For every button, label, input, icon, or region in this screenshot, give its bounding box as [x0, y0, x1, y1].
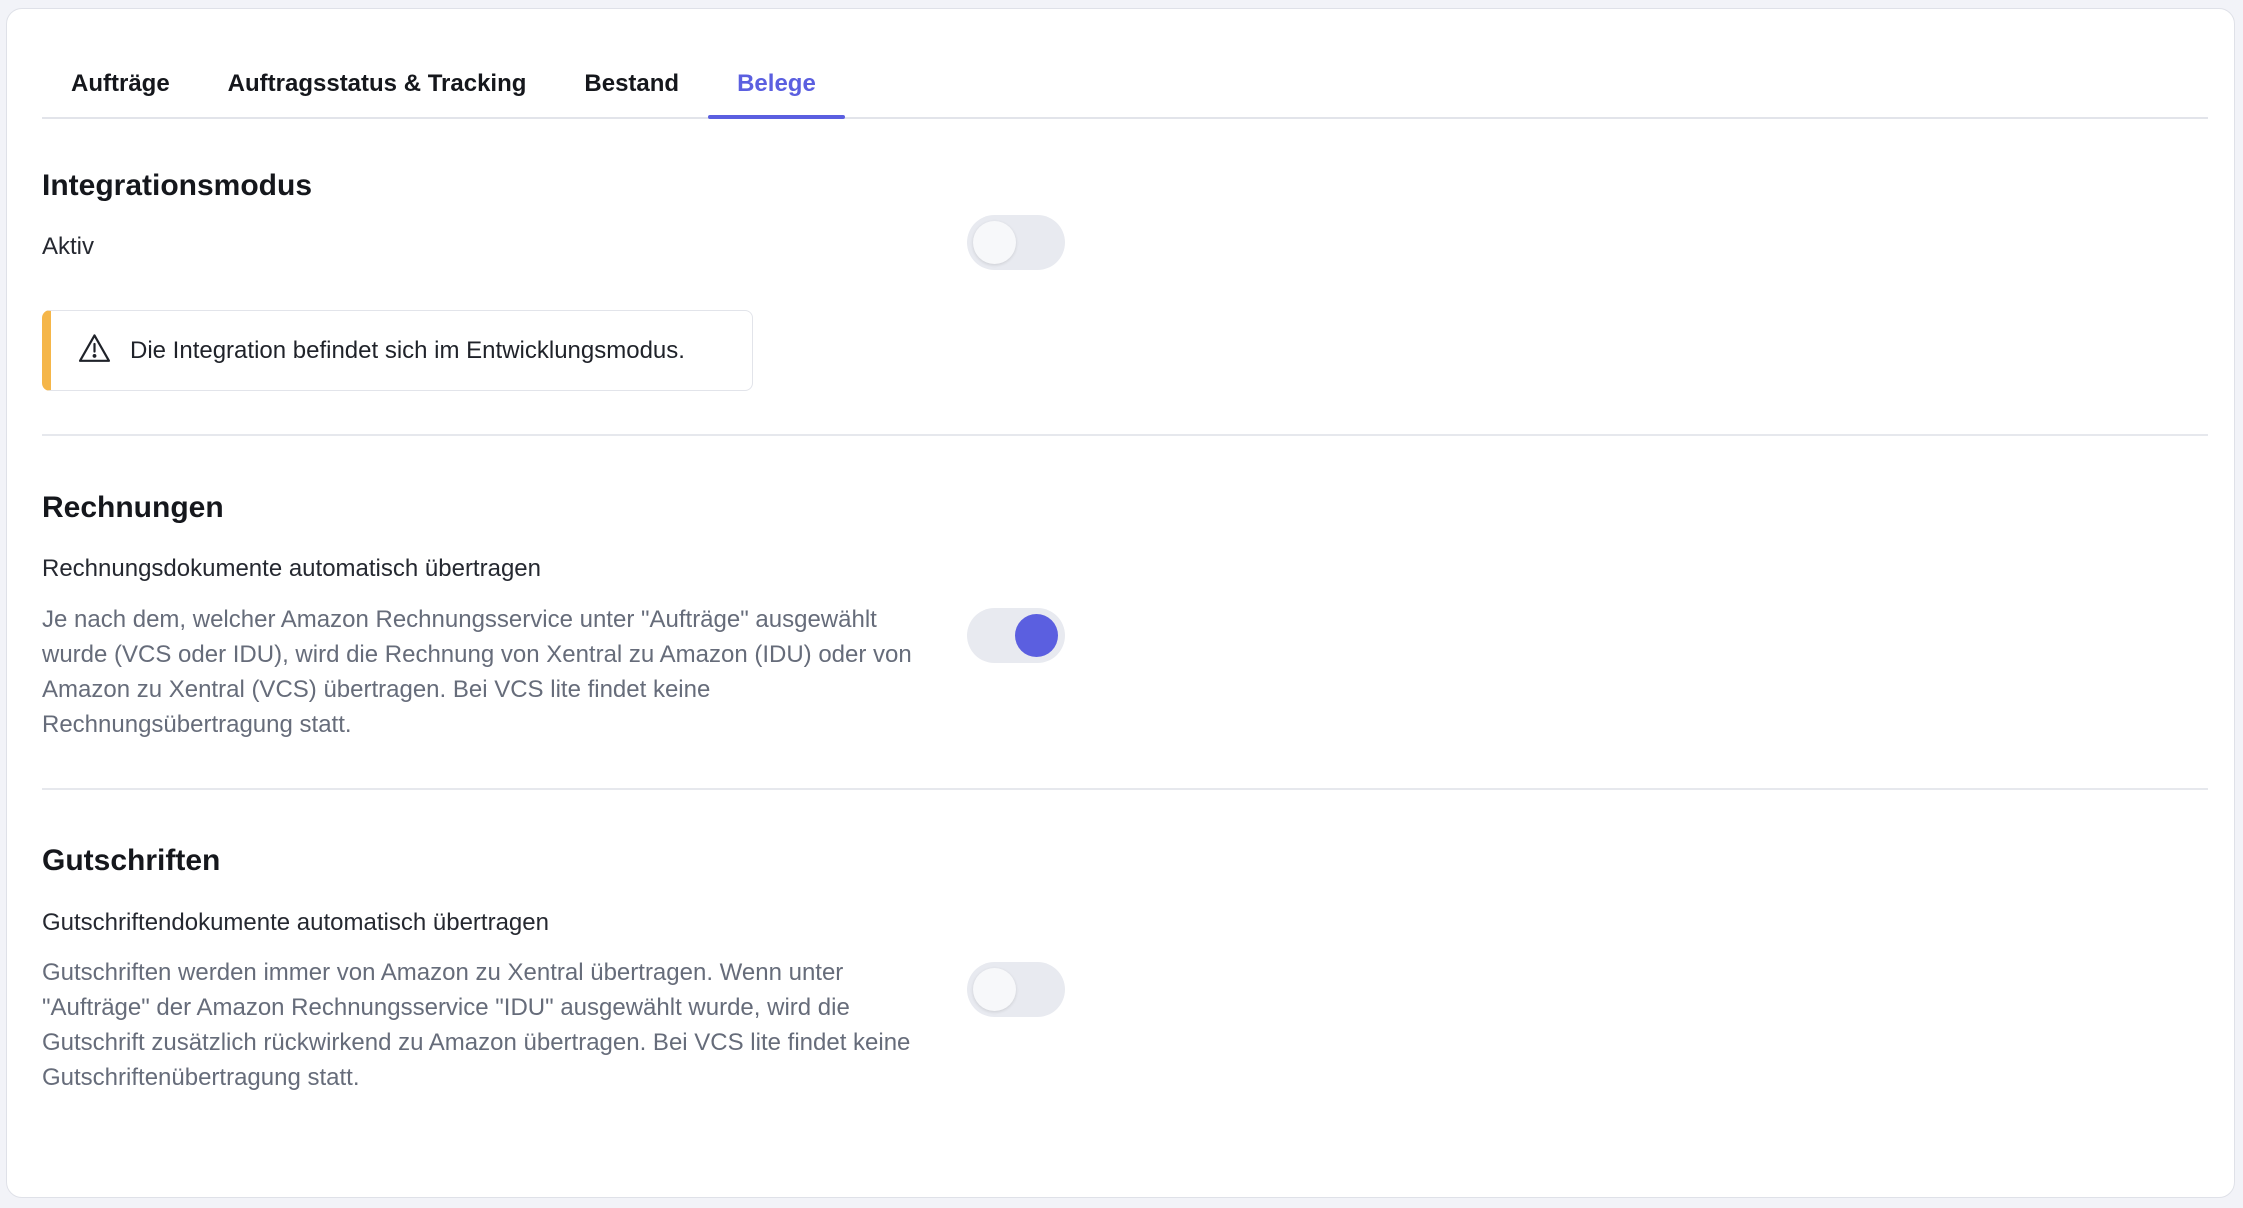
credits-section-title: Gutschriften	[42, 844, 221, 877]
invoices-toggle[interactable]	[967, 608, 1065, 663]
integration-active-toggle[interactable]	[967, 215, 1065, 270]
credits-description: Gutschriften werden immer von Amazon zu …	[42, 959, 911, 1091]
toggle-knob	[973, 968, 1016, 1011]
tab-auftragsstatus-tracking[interactable]: Auftragsstatus & Tracking	[199, 53, 556, 117]
invoices-section-title: Rechnungen	[42, 491, 224, 524]
toggle-knob	[973, 221, 1016, 264]
warning-icon	[78, 333, 130, 368]
credits-toggle[interactable]	[967, 962, 1065, 1017]
tab-belege[interactable]: Belege	[708, 53, 845, 119]
toggle-knob	[1015, 614, 1058, 657]
settings-card: Aufträge Auftragsstatus & Tracking Besta…	[6, 8, 2235, 1198]
integration-section-title: Integrationsmodus	[42, 169, 313, 202]
alert-text: Die Integration befindet sich im Entwick…	[130, 336, 685, 364]
section-divider	[42, 788, 2208, 790]
credits-label: Gutschriftendokumente automatisch übertr…	[42, 909, 549, 936]
invoices-label: Rechnungsdokumente automatisch übertrage…	[42, 555, 541, 582]
integration-active-label: Aktiv	[42, 233, 95, 260]
development-mode-alert: Die Integration befindet sich im Entwick…	[42, 310, 753, 391]
invoices-description: Je nach dem, welcher Amazon Rechnungsser…	[42, 606, 912, 738]
tab-auftraege[interactable]: Aufträge	[42, 53, 199, 117]
tab-bestand[interactable]: Bestand	[555, 53, 708, 117]
section-divider	[42, 434, 2208, 436]
tab-bar: Aufträge Auftragsstatus & Tracking Besta…	[42, 53, 2208, 119]
